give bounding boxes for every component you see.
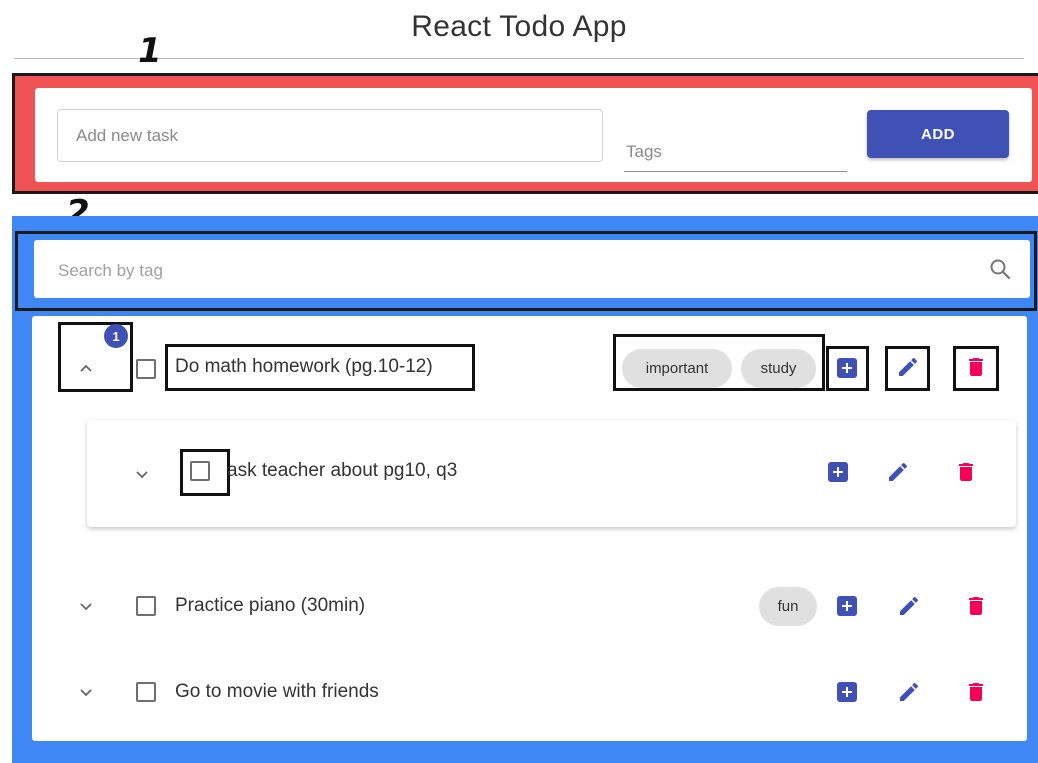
trash-icon[interactable] — [964, 355, 988, 379]
trash-icon[interactable] — [964, 594, 988, 618]
tags-input[interactable]: Tags — [624, 126, 847, 172]
chevron-up-icon[interactable] — [78, 360, 94, 376]
add-button[interactable]: ADD — [867, 110, 1009, 158]
tag-chip[interactable]: fun — [759, 587, 817, 626]
todo-text: Do math homework (pg.10-12) — [175, 356, 433, 377]
subtask-list: ask teacher about pg10, q3 — [87, 420, 1016, 527]
search-placeholder: Search by tag — [58, 261, 163, 280]
add-task-section: Add new task Tags ADD — [12, 73, 1038, 194]
add-subtask-icon[interactable] — [837, 596, 857, 616]
todo-checkbox[interactable] — [136, 682, 156, 702]
pencil-icon[interactable] — [886, 460, 910, 484]
annotation-1: 1 — [138, 31, 162, 71]
tags-label: Tags — [626, 142, 662, 161]
todo-checkbox[interactable] — [136, 596, 156, 616]
trash-icon[interactable] — [954, 460, 978, 484]
pencil-icon[interactable] — [897, 680, 921, 704]
todo-text: Go to movie with friends — [175, 681, 379, 702]
todo-list: 1 Do math homework (pg.10-12) important … — [32, 316, 1027, 741]
todo-item: 1 Do math homework (pg.10-12) important … — [32, 316, 1027, 392]
chevron-down-icon[interactable] — [134, 467, 150, 483]
new-task-input[interactable]: Add new task — [57, 109, 603, 162]
todo-list-section: Search by tag 1 Do math homework (pg.10-… — [12, 216, 1038, 763]
subtask-text: ask teacher about pg10, q3 — [227, 460, 458, 481]
todo-text: Practice piano (30min) — [175, 595, 366, 616]
todo-checkbox[interactable] — [136, 359, 156, 379]
add-subtask-icon[interactable] — [828, 462, 848, 482]
tag-chip[interactable]: study — [741, 349, 816, 388]
add-subtask-icon[interactable] — [837, 682, 857, 702]
chevron-down-icon[interactable] — [78, 599, 94, 615]
search-highlight: Search by tag — [15, 231, 1037, 311]
title-divider — [14, 58, 1024, 59]
subtask-checkbox[interactable] — [190, 461, 210, 481]
todo-item: Go to movie with friends — [32, 660, 1027, 720]
page: React Todo App 1 2 3 4 5 6 7 8 9 Add new… — [0, 0, 1038, 763]
pencil-icon[interactable] — [897, 594, 921, 618]
subtask-count-badge: 1 — [104, 324, 128, 348]
trash-icon[interactable] — [964, 680, 988, 704]
tag-chip[interactable]: important — [622, 349, 732, 388]
pencil-icon[interactable] — [896, 355, 920, 379]
chevron-down-icon[interactable] — [78, 685, 94, 701]
todo-item: Practice piano (30min) fun — [32, 574, 1027, 634]
search-input[interactable]: Search by tag — [34, 240, 1030, 298]
new-task-placeholder: Add new task — [76, 125, 179, 145]
search-icon[interactable] — [988, 257, 1012, 281]
add-subtask-icon[interactable] — [837, 358, 857, 378]
add-task-form: Add new task Tags ADD — [35, 88, 1032, 182]
